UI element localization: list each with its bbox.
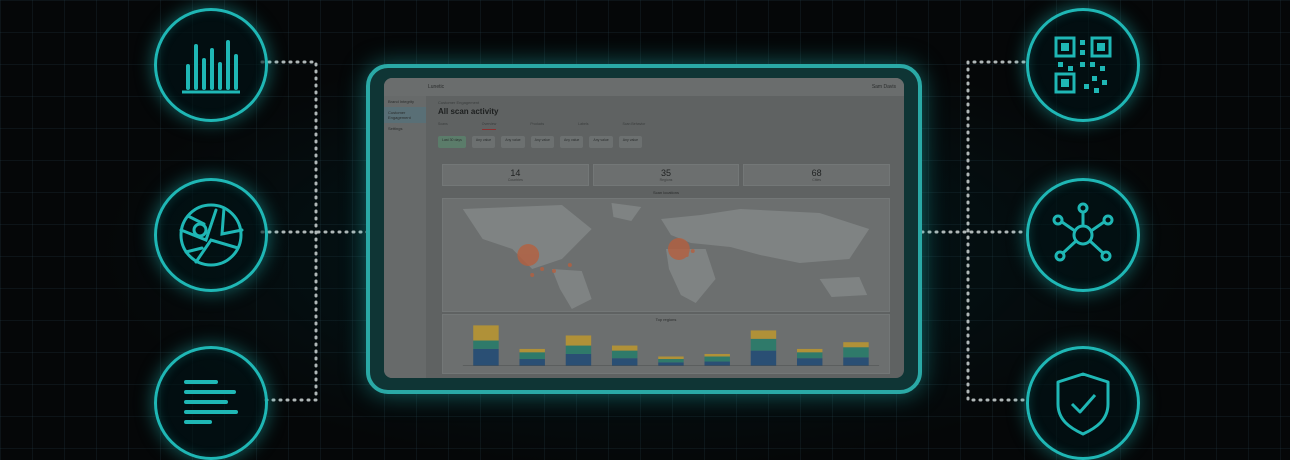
filter-chip[interactable]: Any value (589, 136, 613, 148)
filter-date[interactable]: Last 30 days (438, 136, 466, 148)
sidebar: Brand Integrity Customer Engagement Sett… (384, 96, 426, 378)
network-node-icon (1052, 202, 1114, 262)
qr-code-icon-circle (1026, 8, 1140, 122)
bar-segment[interactable] (565, 353, 592, 366)
map-hotspot[interactable] (517, 244, 540, 266)
bar-segment[interactable] (565, 335, 592, 346)
bar-segment[interactable] (519, 359, 545, 366)
bar-segment[interactable] (611, 350, 638, 359)
bar-segment[interactable] (473, 340, 499, 349)
stat-label: Countries (507, 178, 523, 182)
stat-label: Regions (659, 178, 673, 182)
dashboard-screen: Lunetic Sam Davis Brand Integrity Custom… (384, 78, 904, 378)
filter-chip[interactable]: Any value (471, 136, 496, 148)
filter-chip[interactable]: Any value (501, 136, 525, 148)
bar-segment[interactable] (796, 348, 823, 353)
filter-bar: Last 30 days Any value Any value Any val… (438, 136, 894, 148)
map-title: Scan locations (652, 190, 679, 195)
nav-item-customer-engagement[interactable]: Customer Engagement (384, 107, 426, 123)
bar-segment[interactable] (704, 356, 730, 362)
world-map (462, 203, 870, 309)
bar-segment[interactable] (843, 357, 869, 366)
stats-row: 14 Countries 35 Regions 68 Cities (442, 164, 891, 186)
stat-card: 14 Countries (442, 164, 589, 186)
stat-value: 35 (661, 168, 672, 178)
shield-check-icon (1056, 372, 1110, 436)
tab-scans[interactable]: Scans (438, 122, 448, 130)
nav-item-settings[interactable]: Settings (384, 123, 426, 134)
bar-chart-panel: Top regions (442, 314, 890, 374)
filter-chip[interactable]: Any value (530, 136, 554, 148)
bar-chart-icon-circle (154, 8, 268, 122)
filter-chip[interactable]: Any value (618, 136, 643, 148)
chart-title: Top regions (655, 317, 677, 322)
tablet-device: Lunetic Sam Davis Brand Integrity Custom… (366, 64, 922, 394)
stat-label: Cities (812, 178, 822, 182)
stat-card: 35 Regions (592, 164, 740, 186)
tab-scan-behavior[interactable]: Scan Behavior (622, 122, 645, 130)
breadcrumb[interactable]: Customer Engagement (438, 100, 479, 105)
stat-card: 68 Cities (743, 164, 891, 186)
bar-segment[interactable] (796, 358, 823, 366)
bar-segment[interactable] (750, 350, 777, 366)
bar-segment[interactable] (843, 347, 869, 358)
page-title: All scan activity (438, 107, 499, 116)
document-lines-icon-circle (154, 346, 268, 460)
user-menu[interactable]: Sam Davis (872, 84, 896, 90)
scan-map[interactable] (442, 198, 890, 312)
bar-segment[interactable] (519, 352, 545, 360)
bar-segment[interactable] (519, 348, 545, 353)
bar-segment[interactable] (473, 348, 499, 366)
bar-segment[interactable] (473, 325, 499, 341)
stat-value: 68 (811, 168, 822, 178)
bar-segment[interactable] (658, 356, 684, 360)
bar-segment[interactable] (611, 345, 638, 351)
nav-item-brand-integrity[interactable]: Brand Integrity (384, 96, 426, 107)
main-content: Customer Engagement All scan activity Sc… (428, 96, 904, 378)
top-bar: Lunetic Sam Davis (384, 78, 904, 96)
map-icon (179, 203, 244, 267)
bar-segment[interactable] (611, 358, 638, 366)
network-node-icon-circle (1026, 178, 1140, 292)
bar-segment[interactable] (565, 345, 592, 354)
bar-segment[interactable] (796, 352, 823, 359)
bar-segment[interactable] (750, 330, 777, 339)
tab-overview[interactable]: Overview (481, 122, 497, 130)
tab-products[interactable]: Products (530, 122, 544, 130)
bar-segment[interactable] (843, 342, 869, 348)
qr-code-icon (1054, 36, 1112, 94)
document-lines-icon (184, 380, 238, 424)
shield-check-icon-circle (1026, 346, 1140, 460)
bar-segment[interactable] (704, 353, 730, 357)
stat-value: 14 (510, 168, 521, 178)
bar-segment[interactable] (658, 359, 684, 363)
bar-segment[interactable] (704, 361, 730, 366)
bar-chart (462, 325, 880, 366)
bar-chart-icon (182, 40, 240, 94)
bar-segment[interactable] (750, 338, 777, 351)
org-selector[interactable]: Lunetic (428, 84, 444, 90)
map-icon-circle (154, 178, 268, 292)
tab-bar: Scans Overview Products Labels Scan Beha… (438, 122, 894, 130)
bar-segment[interactable] (658, 362, 684, 366)
tab-labels[interactable]: Labels (578, 122, 588, 130)
filter-chip[interactable]: Any value (559, 136, 584, 148)
